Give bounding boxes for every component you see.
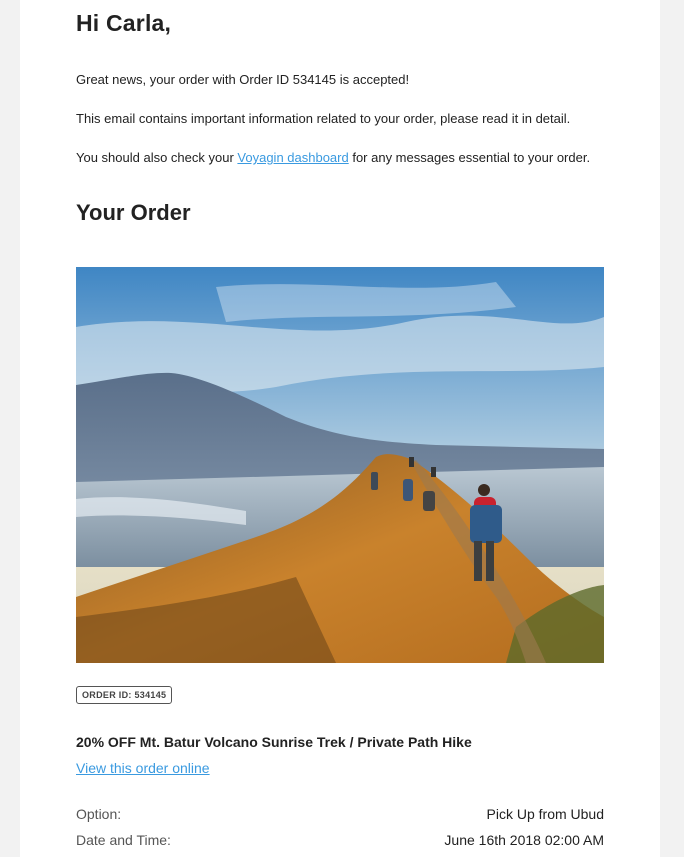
- greeting-heading: Hi Carla,: [76, 10, 172, 36]
- detail-label: Date and Time:: [76, 832, 171, 848]
- detail-row-date-time: Date and Time: June 16th 2018 02:00 AM: [76, 832, 604, 850]
- detail-label: Option:: [76, 806, 122, 822]
- detail-value: June 16th 2018 02:00 AM: [444, 832, 604, 848]
- detail-row-option: Option: Pick Up from Ubud: [76, 806, 604, 824]
- order-id-badge: ORDER ID: 534145: [76, 686, 173, 704]
- voyagin-dashboard-link[interactable]: Voyagin dashboard: [237, 150, 348, 165]
- view-order-online-link[interactable]: View this order online: [76, 760, 210, 776]
- your-order-heading: Your Order: [76, 200, 191, 225]
- intro-text: Great news, your order with Order ID 534…: [76, 72, 410, 87]
- dashboard-suffix: for any messages essential to your order…: [348, 150, 591, 165]
- product-title: 20% OFF Mt. Batur Volcano Sunrise Trek /…: [76, 734, 472, 750]
- dashboard-text: You should also check your Voyagin dashb…: [76, 150, 590, 165]
- email-card: Hi Carla, Great news, your order with Or…: [20, 0, 660, 857]
- tour-photo: [76, 267, 604, 663]
- detail-value: Pick Up from Ubud: [486, 806, 604, 822]
- info-text: This email contains important informatio…: [76, 111, 571, 126]
- dashboard-prefix: You should also check your: [76, 150, 238, 165]
